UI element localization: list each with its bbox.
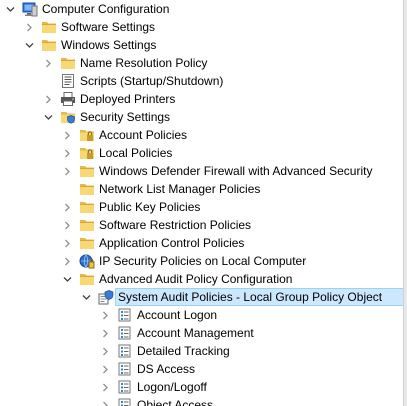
tree-item-ds-access[interactable]: DS Access [0,360,404,378]
tree-item-advanced-audit-policy-configuration[interactable]: Advanced Audit Policy Configuration [0,270,404,288]
tree-item-label: Account Logon [137,308,218,322]
tree-item-label: Logon/Logoff [137,380,207,394]
folder-icon [60,55,76,71]
tree-item-ip-security-policies-on-local-computer[interactable]: IP Security Policies on Local Computer [0,252,404,270]
audit-category-icon [117,307,133,323]
chevron-right-icon[interactable] [42,93,54,105]
tree-item-computer-configuration[interactable]: Computer Configuration [0,0,404,18]
gpo-tree-view[interactable]: Computer Configuration Software Settings W… [0,0,404,406]
chevron-down-icon[interactable] [42,111,54,123]
tree-item-label: Object Access [137,398,214,406]
tree-item-label: Account Management [137,326,254,340]
tree-item-detailed-tracking[interactable]: Detailed Tracking [0,342,404,360]
tree-item-scripts-startup-shutdown[interactable]: Scripts (Startup/Shutdown) [0,72,404,90]
tree-item-object-access[interactable]: Object Access [0,396,404,406]
security-settings-icon [60,109,76,125]
tree-item-label: Public Key Policies [99,200,201,214]
chevron-right-icon[interactable] [61,129,73,141]
tree-item-account-policies[interactable]: Account Policies [0,126,404,144]
tree-item-label: Computer Configuration [42,2,170,16]
tree-item-label: System Audit Policies - Local Group Poli… [118,290,383,304]
chevron-down-icon[interactable] [4,3,16,15]
tree-item-label: DS Access [137,362,196,376]
vertical-scrollbar[interactable] [403,0,407,406]
tree-item-windows-defender-firewall-with-advanced-security[interactable]: Windows Defender Firewall with Advanced … [0,162,404,180]
ip-security-icon [79,253,95,269]
chevron-right-icon[interactable] [42,57,54,69]
tree-item-label: Windows Defender Firewall with Advanced … [99,164,373,178]
chevron-right-icon[interactable] [61,165,73,177]
tree-item-software-restriction-policies[interactable]: Software Restriction Policies [0,216,404,234]
tree-item-label: Advanced Audit Policy Configuration [99,272,293,286]
chevron-right-icon[interactable] [99,327,111,339]
locked-folder-icon [79,145,95,161]
computer-icon [22,1,38,17]
audit-category-icon [117,361,133,377]
tree-item-deployed-printers[interactable]: Deployed Printers [0,90,404,108]
chevron-right-icon[interactable] [99,399,111,406]
tree-item-label: Software Restriction Policies [99,218,252,232]
chevron-right-icon[interactable] [99,345,111,357]
tree-item-label: IP Security Policies on Local Computer [99,254,307,268]
script-icon [60,73,76,89]
folder-icon [79,181,95,197]
audit-category-icon [117,325,133,341]
tree-item-name-resolution-policy[interactable]: Name Resolution Policy [0,54,404,72]
tree-item-account-logon[interactable]: Account Logon [0,306,404,324]
audit-category-icon [117,397,133,406]
folder-icon [79,217,95,233]
tree-item-local-policies[interactable]: Local Policies [0,144,404,162]
tree-item-label: Account Policies [99,128,188,142]
chevron-right-icon[interactable] [99,363,111,375]
chevron-right-icon[interactable] [99,381,111,393]
audit-category-icon [117,343,133,359]
chevron-right-icon[interactable] [23,21,35,33]
chevron-down-icon[interactable] [80,291,92,303]
tree-item-account-management[interactable]: Account Management [0,324,404,342]
audit-category-icon [117,379,133,395]
tree-item-label: Network List Manager Policies [99,182,261,196]
tree-item-label: Local Policies [99,146,173,160]
tree-item-application-control-policies[interactable]: Application Control Policies [0,234,404,252]
chevron-right-icon[interactable] [61,237,73,249]
tree-item-label: Detailed Tracking [137,344,230,358]
tree-item-logon-logoff[interactable]: Logon/Logoff [0,378,404,396]
tree-item-label: Name Resolution Policy [80,56,208,70]
tree-item-windows-settings[interactable]: Windows Settings [0,36,404,54]
folder-icon [79,271,95,287]
tree-item-system-audit-policies-local-group-policy-object[interactable]: System Audit Policies - Local Group Poli… [0,288,404,306]
locked-folder-icon [79,127,95,143]
tree-item-label: Scripts (Startup/Shutdown) [80,74,224,88]
audit-policy-icon [98,289,114,305]
chevron-right-icon[interactable] [61,255,73,267]
tree-item-label: Security Settings [80,110,171,124]
folder-icon [79,235,95,251]
tree-item-software-settings[interactable]: Software Settings [0,18,404,36]
chevron-right-icon[interactable] [61,219,73,231]
folder-icon [41,37,57,53]
tree-item-network-list-manager-policies[interactable]: Network List Manager Policies [0,180,404,198]
chevron-right-icon[interactable] [61,147,73,159]
folder-icon [79,163,95,179]
tree-item-label: Deployed Printers [80,92,176,106]
chevron-right-icon[interactable] [99,309,111,321]
chevron-right-icon[interactable] [61,201,73,213]
tree-item-label: Application Control Policies [99,236,245,250]
chevron-down-icon[interactable] [23,39,35,51]
chevron-down-icon[interactable] [61,273,73,285]
folder-icon [41,19,57,35]
tree-item-public-key-policies[interactable]: Public Key Policies [0,198,404,216]
tree-item-label: Windows Settings [61,38,157,52]
tree-item-label: Software Settings [61,20,156,34]
folder-icon [79,199,95,215]
tree-item-security-settings[interactable]: Security Settings [0,108,404,126]
printer-icon [60,91,76,107]
